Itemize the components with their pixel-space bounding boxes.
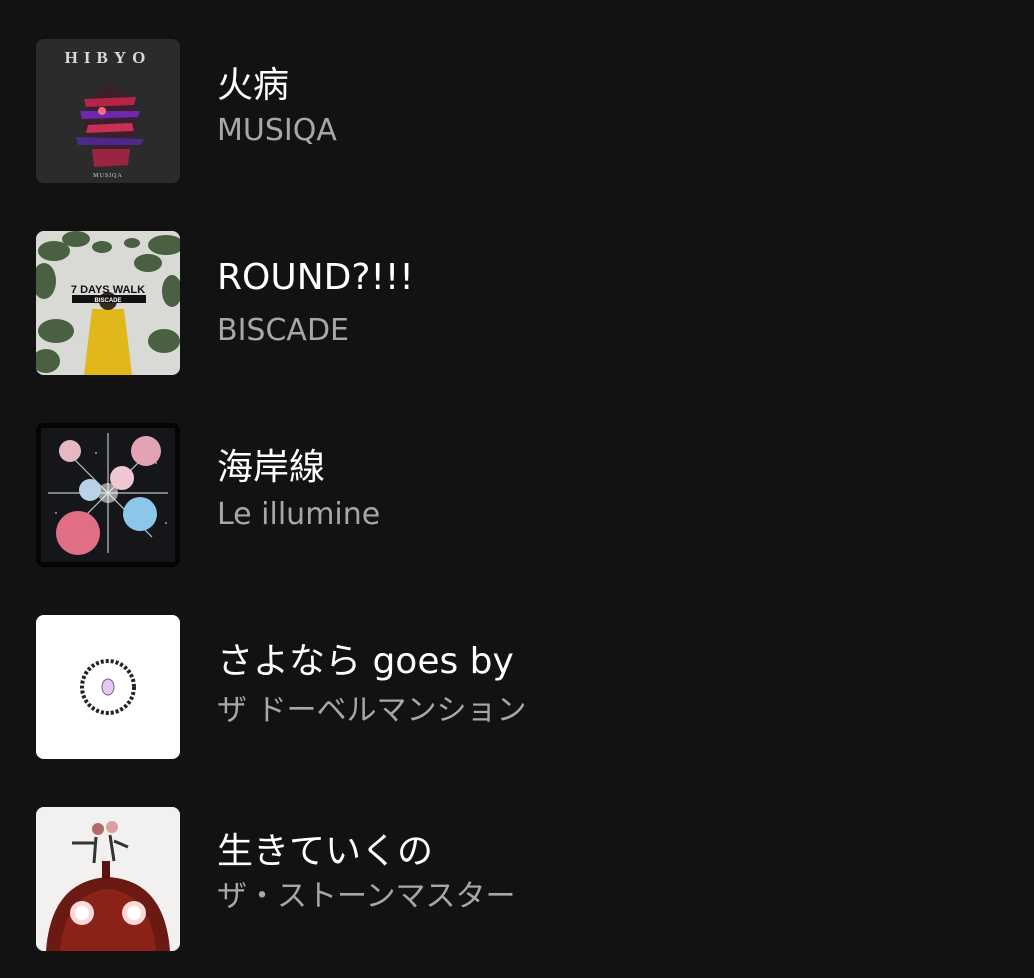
track-row-hibyo[interactable]: HIBYO MUSIQA 火病 MUSIQA: [0, 32, 1034, 192]
track-artist: BISCADE: [217, 313, 349, 348]
svg-text:MUSIQA: MUSIQA: [93, 173, 123, 179]
svg-text:7 DAYS WALK: 7 DAYS WALK: [71, 284, 145, 296]
svg-text:BISCADE: BISCADE: [94, 298, 121, 304]
album-cover-sayonara-goes-by: [36, 615, 180, 759]
track-row-sayonara[interactable]: さよなら goes by ザ ドーベルマンション: [0, 608, 1034, 768]
album-cover-red-robot: [36, 807, 180, 951]
svg-text:HIBYO: HIBYO: [65, 48, 152, 67]
track-row-kaigansen[interactable]: 海岸線 Le illumine: [0, 416, 1034, 576]
track-row-ikiteiku[interactable]: 生きていくの ザ・ストーンマスター: [0, 800, 1034, 960]
track-title: 火病: [217, 65, 290, 106]
track-title: ROUND?!!!: [217, 257, 414, 298]
track-artist: ザ・ストーンマスター: [217, 879, 516, 914]
album-cover-planets: [36, 423, 180, 567]
track-artist: ザ ドーベルマンション: [217, 693, 527, 728]
track-row-round[interactable]: 7 DAYS WALK BISCADE ROUND?!!! BISCADE: [0, 224, 1034, 384]
track-list: HIBYO MUSIQA 火病 MUSIQA 7 DAYS WALK BISCA…: [0, 0, 1034, 978]
track-title: さよなら goes by: [217, 641, 514, 682]
album-cover-7-days-walk: 7 DAYS WALK BISCADE: [36, 231, 180, 375]
track-title: 生きていくの: [217, 831, 434, 872]
track-artist: Le illumine: [217, 497, 381, 532]
track-artist: MUSIQA: [217, 113, 337, 148]
album-cover-hibyo: HIBYO MUSIQA: [36, 39, 180, 183]
track-title: 海岸線: [217, 447, 326, 488]
